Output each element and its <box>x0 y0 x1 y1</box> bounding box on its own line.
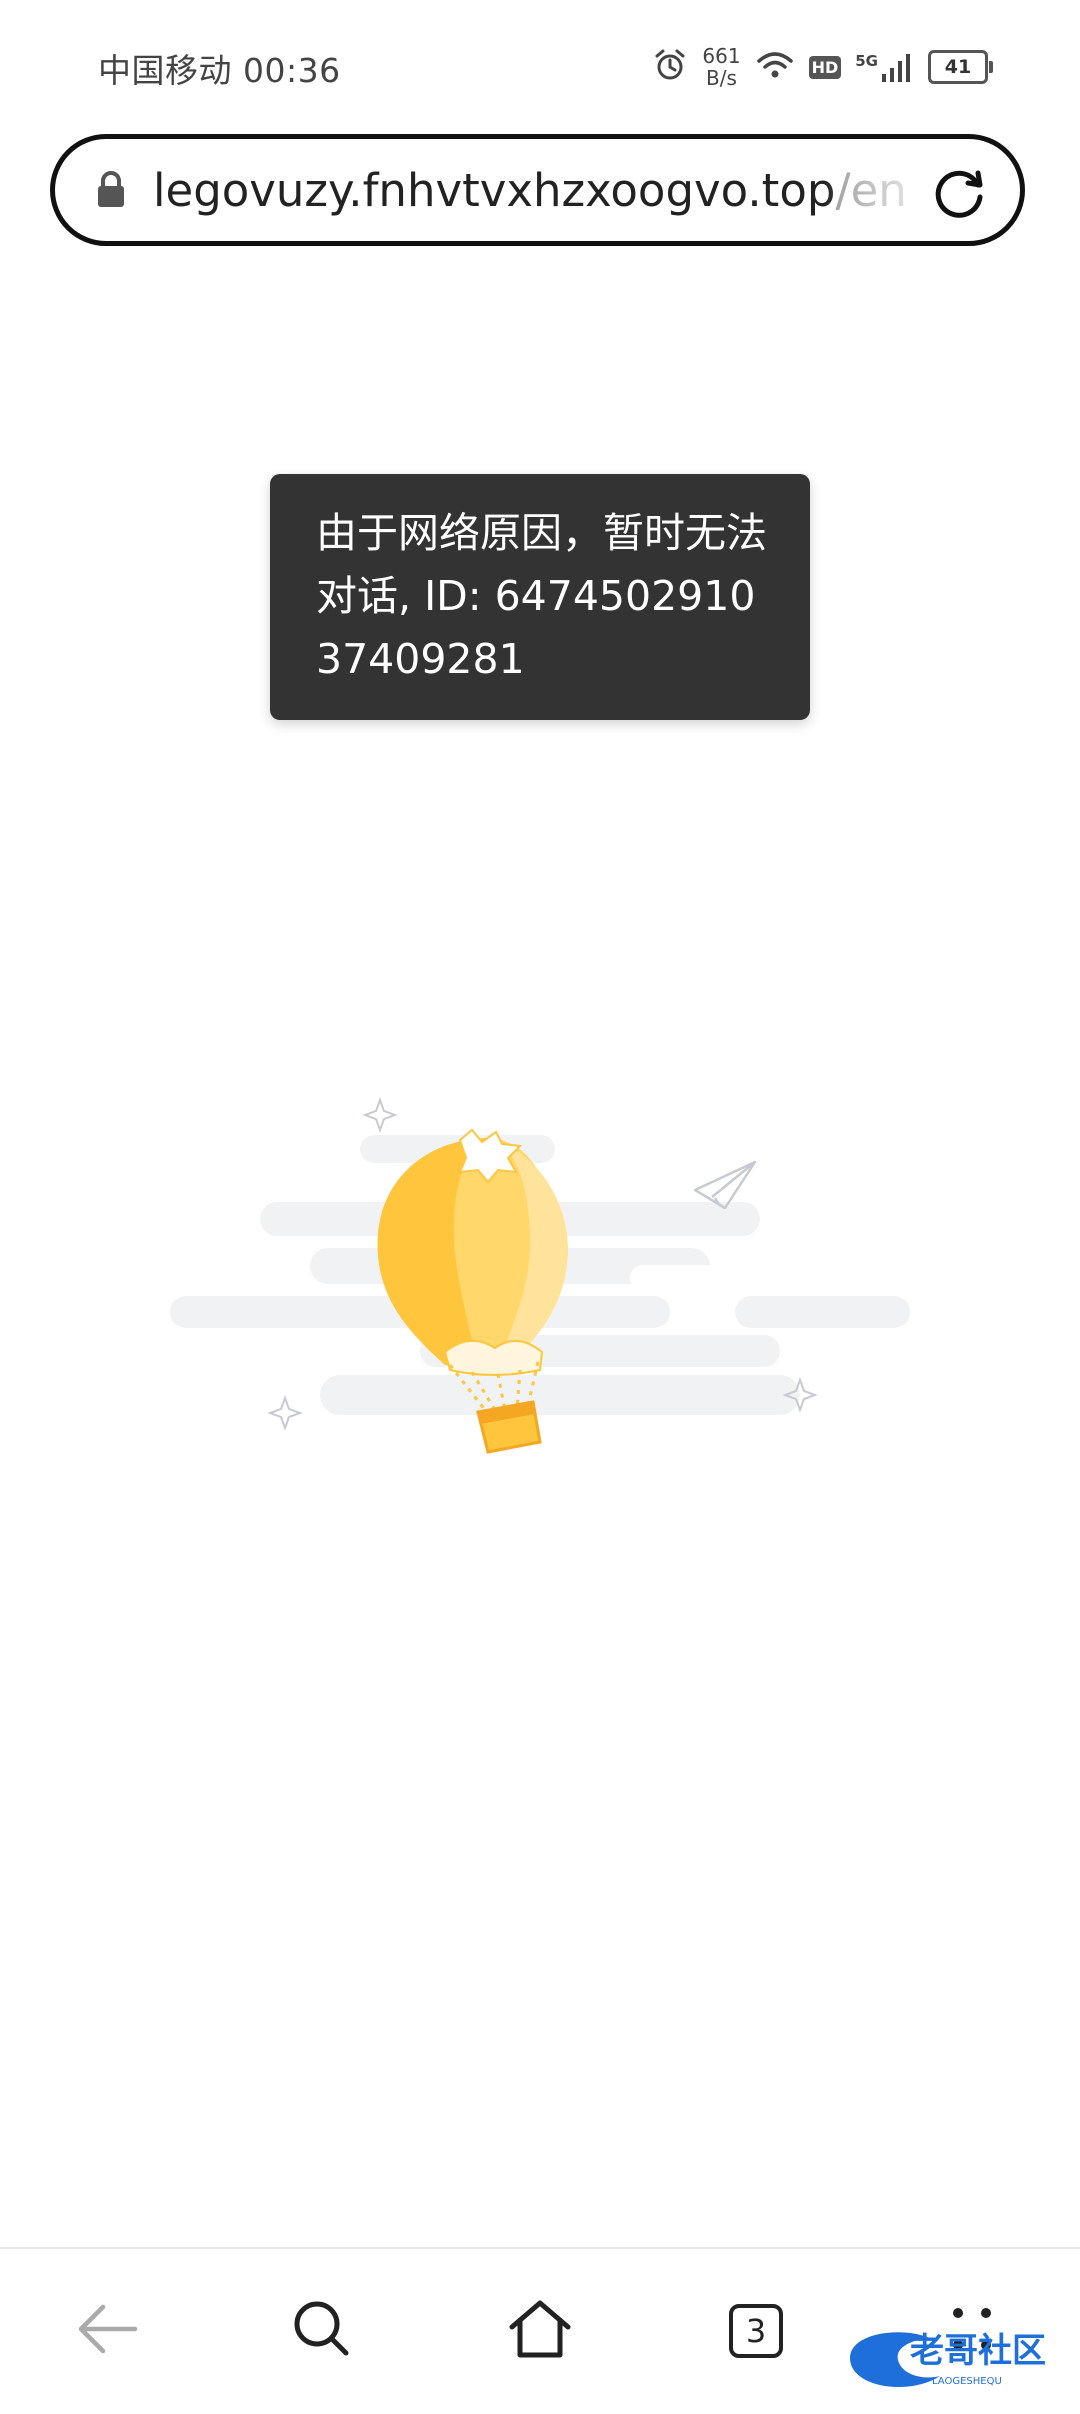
status-icons: 661 B/s HD 5G 41 <box>652 42 993 92</box>
watermark-subtext: LAOGESHEQU <box>932 2376 1002 2387</box>
home-icon <box>506 2297 574 2365</box>
url-text[interactable]: legovuzy.fnhvtvxhzxoogvo.top/en <box>153 164 943 217</box>
carrier-time: 中国移动 00:36 <box>98 51 341 90</box>
search-icon <box>290 2297 354 2365</box>
home-button[interactable] <box>500 2291 580 2371</box>
paper-plane-icon <box>693 1160 757 1210</box>
alarm-icon <box>652 47 688 87</box>
back-button[interactable] <box>68 2291 148 2371</box>
error-toast: 由于网络原因，暂时无法对话, ID: 647450291037409281 <box>270 474 810 720</box>
address-bar[interactable]: legovuzy.fnhvtvxhzxoogvo.top/en <box>50 134 1025 246</box>
search-button[interactable] <box>282 2291 362 2371</box>
tabs-button[interactable]: 3 <box>716 2291 796 2371</box>
signal-icon: 5G <box>855 52 914 82</box>
hot-air-balloon-illustration <box>170 1097 910 1454</box>
back-arrow-icon <box>75 2301 141 2361</box>
net-speed-value: 661 <box>702 44 741 68</box>
toast-message: 由于网络原因，暂时无法对话, ID: 647450291037409281 <box>316 509 767 683</box>
wifi-icon <box>755 49 795 85</box>
status-bar: 中国移动 00:36 661 B/s HD 5G 41 <box>0 0 1080 130</box>
url-host: legovuzy.fnhvtvxhzxoogvo.top <box>153 163 836 217</box>
battery-icon: 41 <box>928 50 993 84</box>
hd-icon: HD <box>808 55 842 79</box>
reload-icon[interactable] <box>928 163 990 229</box>
net-speed: 661 B/s <box>702 45 740 89</box>
net-speed-unit: B/s <box>706 66 737 90</box>
tabs-icon: 3 <box>729 2304 783 2358</box>
network-type: 5G <box>855 52 878 70</box>
site-watermark: 老哥社区 LAOGESHEQU <box>850 2331 1046 2388</box>
watermark-text: 老哥社区 <box>910 2331 1046 2371</box>
lock-icon[interactable] <box>91 171 131 209</box>
url-path: /en <box>835 163 907 217</box>
